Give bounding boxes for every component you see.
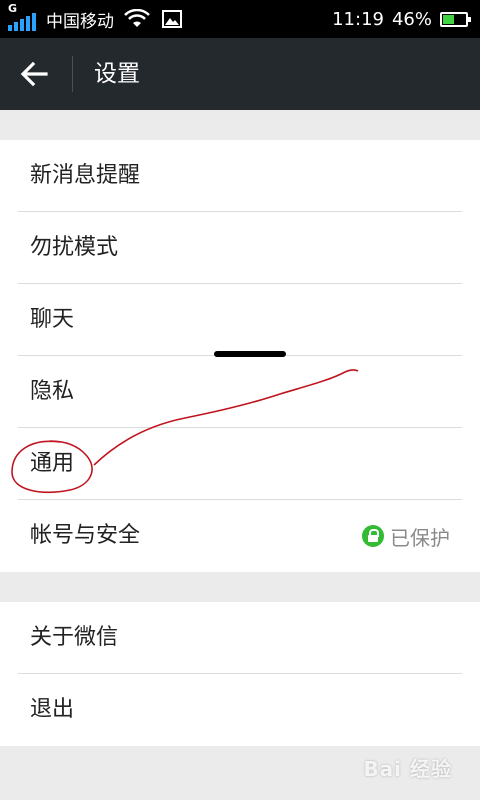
settings-item-label: 退出: [30, 697, 75, 722]
settings-item-label: 聊天: [30, 307, 75, 332]
settings-item-label: 关于微信: [30, 625, 119, 650]
protection-status: 已保护: [362, 500, 450, 572]
settings-item-label: 勿扰模式: [30, 235, 119, 260]
image-notification-icon: [162, 10, 182, 28]
settings-item-account-security[interactable]: 帐号与安全 已保护: [0, 500, 480, 572]
settings-item-logout[interactable]: 退出: [0, 674, 480, 746]
settings-item-general[interactable]: 通用: [0, 428, 480, 500]
settings-item-about-wechat[interactable]: 关于微信: [0, 602, 480, 674]
battery-icon: [440, 11, 471, 27]
settings-item-chat[interactable]: 聊天: [0, 284, 480, 356]
page-title: 设置: [94, 61, 140, 87]
status-bar: G 中国移动 11:19 46%: [0, 0, 480, 38]
settings-item-label: 新消息提醒: [30, 163, 141, 188]
settings-group-secondary: 关于微信 退出: [0, 602, 480, 746]
settings-item-privacy[interactable]: 隐私: [0, 356, 480, 428]
battery-percent: 46%: [391, 8, 432, 30]
settings-item-do-not-disturb[interactable]: 勿扰模式: [0, 212, 480, 284]
arrow-left-icon[interactable]: [18, 58, 54, 90]
title-divider: [72, 56, 73, 92]
baidu-watermark: Bai 经验: [363, 757, 452, 781]
clock: 11:19: [332, 8, 384, 30]
lock-icon: [362, 525, 384, 547]
settings-item-new-message-alert[interactable]: 新消息提醒: [0, 140, 480, 212]
wifi-icon: [124, 9, 150, 27]
settings-item-label: 隐私: [30, 379, 75, 404]
carrier-name: 中国移动: [46, 11, 114, 32]
battery-fill: [443, 14, 455, 24]
title-bar: 设置: [0, 38, 480, 110]
settings-item-label: 通用: [30, 451, 75, 476]
scroll-indicator: [214, 351, 286, 357]
protection-status-text: 已保护: [390, 525, 450, 550]
settings-item-label: 帐号与安全: [30, 523, 141, 548]
